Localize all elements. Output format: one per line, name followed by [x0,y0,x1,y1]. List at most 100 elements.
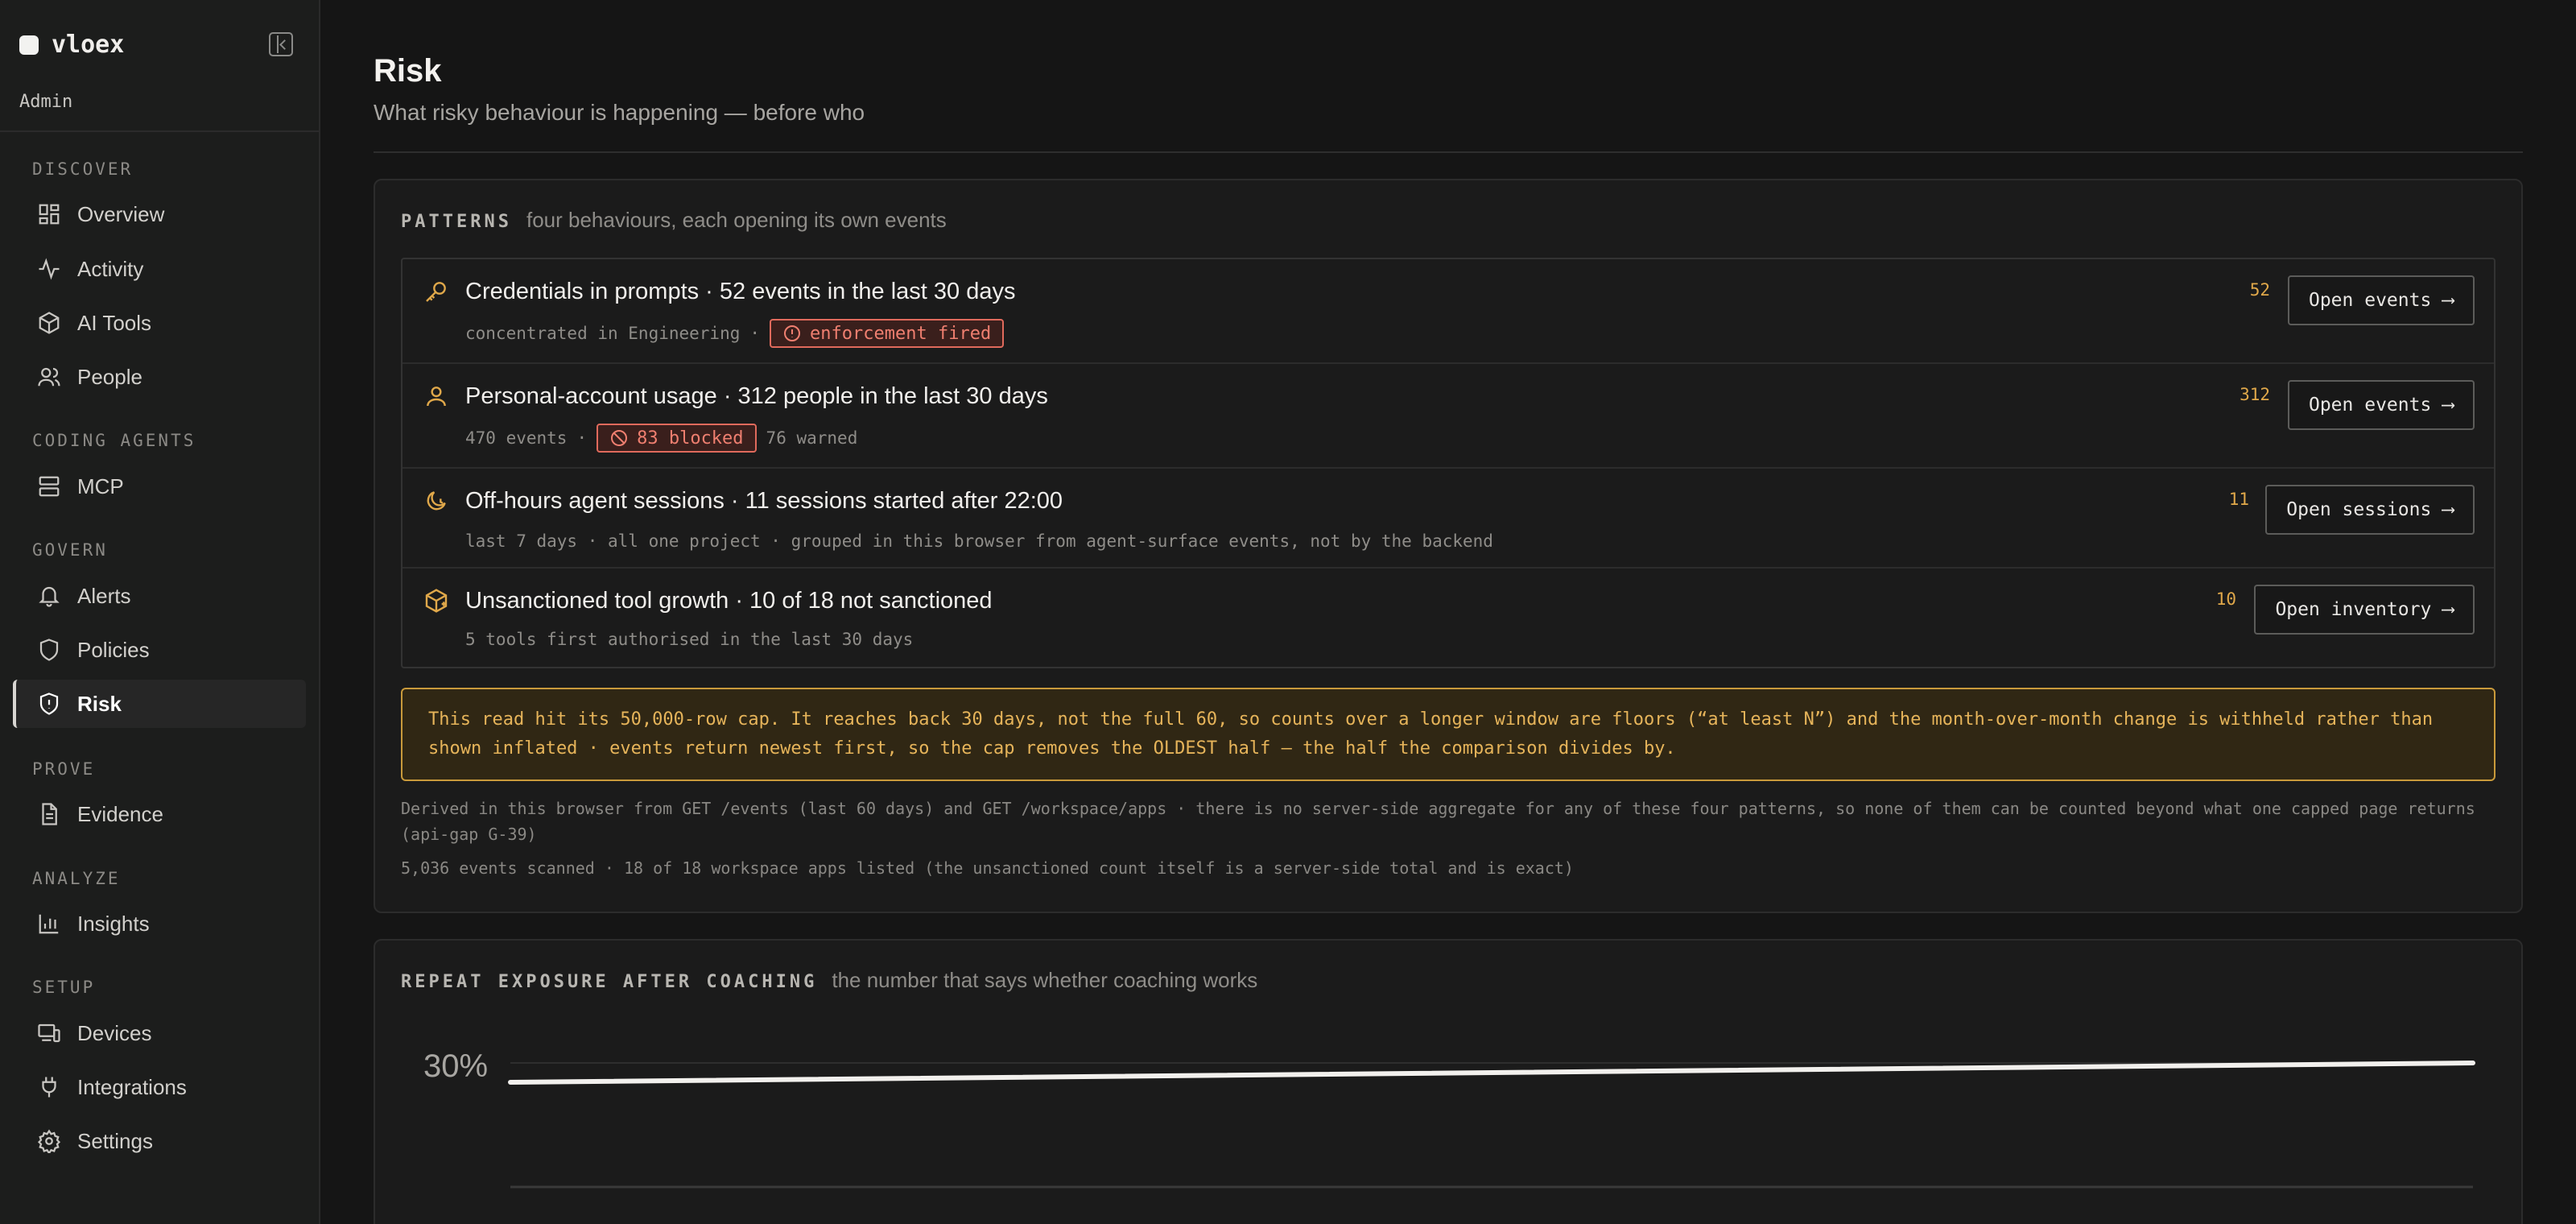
collapse-sidebar-button[interactable] [269,32,293,56]
sidebar-item-settings[interactable]: Settings [13,1117,306,1165]
pattern-count: 11 [2228,490,2249,509]
sidebar-item-alerts[interactable]: Alerts [13,572,306,620]
pattern-title: Personal-account usage · 312 people in t… [465,383,1048,409]
nav-section-setup: SETUP [32,978,96,997]
patterns-header: PATTERNS four behaviours, each opening i… [401,208,947,233]
repeat-exposure-card: REPEAT EXPOSURE AFTER COACHING the numbe… [374,939,2523,1224]
sidebar-item-label: Insights [77,911,150,936]
blocked-icon [611,430,628,446]
brand-name: vloex [52,31,125,59]
sidebar-item-overview[interactable]: Overview [13,190,306,238]
scanned-count: 5,036 events scanned · 18 of 18 workspac… [401,858,1574,878]
gear-icon [37,1129,61,1153]
repeat-exposure-chart [508,1061,2475,1189]
sidebar: vloex Admin DISCOVER Overview Activity A… [0,0,320,1224]
sidebar-item-ai-tools[interactable]: AI Tools [13,299,306,347]
pattern-meta-text: 470 events [465,428,568,448]
patterns-kicker: PATTERNS [401,212,512,232]
open-sessions-button[interactable]: Open sessions ⟶ [2265,485,2475,535]
sidebar-item-label: Evidence [77,801,163,826]
plug-icon [42,1077,56,1098]
sidebar-item-label: Integrations [77,1074,187,1099]
pattern-meta-text: concentrated in Engineering [465,324,741,343]
pulse-icon [39,258,60,280]
pattern-title: Off-hours agent sessions · 11 sessions s… [465,488,1063,514]
sidebar-item-mcp[interactable]: MCP [13,462,306,511]
nav-section-govern: GOVERN [32,540,108,560]
shield-icon [39,639,59,661]
nav-section-discover: DISCOVER [32,159,134,179]
pattern-meta-text: 5 tools first authorised in the last 30 … [465,630,914,649]
server-icon [39,476,60,497]
pattern-title: Unsanctioned tool growth · 10 of 18 not … [465,588,993,614]
sidebar-item-integrations[interactable]: Integrations [13,1063,306,1111]
open-events-button[interactable]: Open events ⟶ [2287,380,2475,430]
devices-icon [38,1023,60,1043]
cube-icon [39,312,60,334]
sidebar-item-risk[interactable]: Risk [13,680,306,728]
grid-icon [39,204,60,225]
pattern-title: Credentials in prompts · 52 events in th… [465,279,1016,304]
pattern-row-off-hours: Off-hours agent sessions · 11 sessions s… [402,469,2494,569]
pattern-meta-warned: 76 warned [766,428,858,448]
derived-note: Derived in this browser from GET /events… [401,799,2475,844]
pattern-list: Credentials in prompts · 52 events in th… [401,258,2496,668]
chart-series-line [508,1061,2475,1085]
meta-separator: · [576,428,588,448]
sidebar-item-label: Devices [77,1020,152,1045]
page-title: Risk [374,53,442,89]
sidebar-item-label: Risk [77,691,122,716]
user-icon [427,387,446,407]
sidebar-item-devices[interactable]: Devices [13,1009,306,1057]
badge-label: 83 blocked [637,428,744,449]
pattern-count: 52 [2249,280,2270,300]
meta-separator: · [749,324,761,343]
pattern-meta-text: last 7 days · all one project · grouped … [465,531,1493,551]
bell-icon [39,586,60,607]
open-events-button[interactable]: Open events ⟶ [2287,275,2475,325]
pattern-row-personal-accounts: Personal-account usage · 312 people in t… [402,364,2494,469]
users-icon [38,367,60,387]
shield-alert-icon [39,693,59,715]
nav-section-prove: PROVE [32,759,96,779]
sidebar-item-label: People [77,364,142,389]
status-badge: 83 blocked [597,424,757,453]
pattern-meta: 5 tools first authorised in the last 30 … [465,630,913,649]
brand[interactable]: vloex [19,31,124,59]
sidebar-divider [0,130,319,132]
package-icon [425,589,448,613]
sidebar-item-policies[interactable]: Policies [13,626,306,674]
brand-logo [19,35,39,55]
sidebar-item-label: MCP [77,473,124,498]
sidebar-item-evidence[interactable]: Evidence [13,790,306,838]
workspace-role: Admin [19,92,73,112]
sidebar-item-label: Overview [77,201,165,226]
pattern-count: 312 [2240,385,2270,404]
sidebar-item-insights[interactable]: Insights [13,899,306,948]
patterns-card: PATTERNS four behaviours, each opening i… [374,179,2523,913]
moon-icon [427,491,446,511]
pattern-count: 10 [2215,589,2236,609]
sidebar-item-label: Alerts [77,583,131,608]
sidebar-item-label: Activity [77,256,144,281]
header-divider [374,151,2523,153]
open-inventory-button[interactable]: Open inventory ⟶ [2254,585,2475,635]
badge-label: enforcement fired [810,323,992,344]
pattern-row-credentials: Credentials in prompts · 52 events in th… [402,259,2494,364]
sidebar-item-activity[interactable]: Activity [13,245,306,293]
bar-chart-icon [39,914,59,934]
sidebar-item-label: AI Tools [77,310,152,335]
page-subtitle: What risky behaviour is happening — befo… [374,100,865,125]
nav-section-analyze: ANALYZE [32,869,121,888]
status-badge: enforcement fired [770,319,1005,348]
nav-section-coding-agents: CODING AGENTS [32,431,196,450]
key-icon [426,282,446,302]
document-icon [42,803,57,825]
sidebar-item-label: Policies [77,637,150,662]
pattern-row-unsanctioned-tools: Unsanctioned tool growth · 10 of 18 not … [402,569,2494,667]
row-cap-warning: This read hit its 50,000-row cap. It rea… [401,688,2496,781]
sidebar-item-people[interactable]: People [13,353,306,401]
pattern-meta: concentrated in Engineering · enforcemen… [465,319,1005,348]
pattern-meta: last 7 days · all one project · grouped … [465,531,1493,551]
patterns-note: four behaviours, each opening its own ev… [526,208,947,232]
